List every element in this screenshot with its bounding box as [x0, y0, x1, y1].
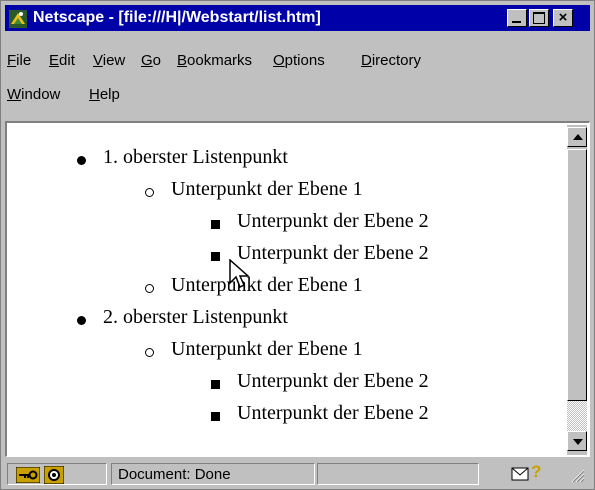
close-icon[interactable]: × — [553, 9, 573, 27]
netscape-icon[interactable] — [9, 10, 27, 28]
menu-label: ookmarks — [187, 52, 253, 69]
mail-icon[interactable] — [511, 467, 529, 481]
browser-window: Netscape - [file:///H|/Webstart/list.htm… — [0, 0, 595, 490]
menu-accelerator: D — [361, 52, 372, 69]
list-item: Unterpunkt der Ebene 2 — [237, 242, 429, 264]
help-icon[interactable]: ? — [531, 462, 541, 482]
status-bar: Document: Done ? — [5, 461, 590, 487]
list-item: 2. oberster Listenpunkt — [103, 306, 288, 328]
status-text: Document: Done — [118, 466, 231, 483]
lock-icon[interactable] — [44, 466, 64, 484]
status-icons-panel: ? — [481, 462, 589, 485]
vertical-scrollbar[interactable] — [567, 125, 587, 455]
disc-bullet-icon — [77, 316, 86, 325]
menu-accelerator: W — [7, 86, 22, 103]
minimize-icon[interactable] — [507, 9, 527, 27]
menu-bookmarks[interactable]: Bookmarks — [177, 51, 252, 71]
menu-accelerator: E — [49, 52, 60, 69]
list-item: Unterpunkt der Ebene 1 — [171, 178, 363, 200]
square-bullet-icon — [211, 412, 220, 421]
list-item: Unterpunkt der Ebene 1 — [171, 274, 363, 296]
list-item: Unterpunkt der Ebene 2 — [237, 370, 429, 392]
menu-label: ile — [16, 52, 32, 69]
menu-label: ptions — [284, 52, 325, 69]
resize-grip-icon[interactable] — [569, 467, 585, 483]
menu-label: o — [152, 52, 162, 69]
title-bar[interactable]: Netscape - [file:///H|/Webstart/list.htm… — [5, 5, 590, 31]
square-bullet-icon — [211, 380, 220, 389]
status-text-panel: Document: Done — [111, 463, 315, 485]
progress-panel — [317, 463, 479, 485]
list-item: Unterpunkt der Ebene 2 — [237, 402, 429, 424]
menu-view[interactable]: View — [93, 51, 125, 71]
menu-label: elp — [99, 86, 120, 103]
list-item: 1. oberster Listenpunkt — [103, 146, 288, 168]
menu-help[interactable]: Help — [89, 85, 120, 105]
menu-accelerator: B — [177, 52, 188, 69]
square-bullet-icon — [211, 220, 220, 229]
menu-accelerator: V — [93, 52, 103, 69]
circle-bullet-icon — [145, 284, 154, 293]
arrow-down-icon — [573, 439, 583, 445]
mouse-cursor-icon — [229, 259, 250, 289]
page-content: 1. oberster Listenpunkt Unterpunkt der Eb… — [5, 121, 590, 457]
disc-bullet-icon — [77, 156, 86, 165]
menu-window[interactable]: Window — [7, 85, 60, 105]
circle-bullet-icon — [145, 348, 154, 357]
close-glyph: × — [558, 9, 568, 26]
list-item: Unterpunkt der Ebene 2 — [237, 210, 429, 232]
square-bullet-icon — [211, 252, 220, 261]
menu-label: indow — [21, 86, 61, 103]
menu-accelerator: O — [273, 52, 285, 69]
list-item: Unterpunkt der Ebene 1 — [171, 338, 363, 360]
menu-label: dit — [59, 52, 75, 69]
arrow-up-icon — [573, 134, 583, 140]
menu-directory[interactable]: Directory — [361, 51, 421, 71]
scroll-thumb[interactable] — [567, 149, 587, 401]
menu-label: irectory — [371, 52, 422, 69]
menu-accelerator: F — [7, 52, 17, 69]
menu-go[interactable]: Go — [141, 51, 161, 71]
window-title: Netscape - [file:///H|/Webstart/list.htm… — [33, 9, 321, 26]
menu-accelerator: H — [89, 86, 100, 103]
menu-label: iew — [102, 52, 126, 69]
scroll-track[interactable] — [567, 401, 587, 431]
security-panel — [7, 463, 107, 485]
menu-edit[interactable]: Edit — [49, 51, 75, 71]
circle-bullet-icon — [145, 188, 154, 197]
scroll-up-button[interactable] — [567, 127, 587, 147]
menu-file[interactable]: File — [7, 51, 31, 71]
maximize-icon[interactable] — [529, 9, 549, 27]
key-icon[interactable] — [16, 467, 40, 483]
scroll-down-button[interactable] — [567, 431, 587, 451]
menu-options[interactable]: Options — [273, 51, 325, 71]
menu-accelerator: G — [141, 52, 153, 69]
